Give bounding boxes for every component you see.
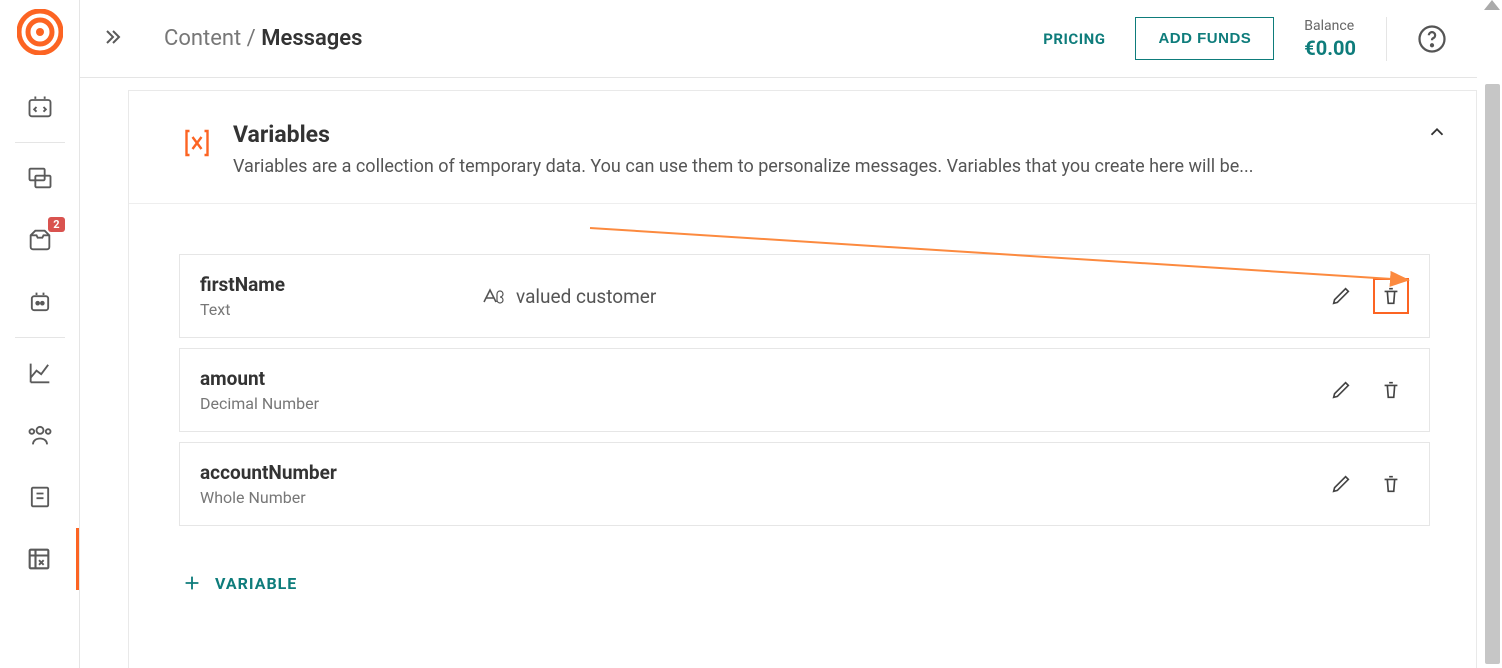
balance-block: Balance €0.00: [1304, 18, 1356, 60]
variable-row: firstName Textvalued customer: [179, 254, 1430, 338]
pencil-icon: [1330, 379, 1352, 401]
sidebar: 2: [0, 0, 80, 668]
collapse-section-button[interactable]: [1426, 121, 1448, 147]
sidebar-item-content[interactable]: [1, 528, 79, 590]
variable-type: Whole Number: [200, 488, 480, 507]
variable-value: valued customer: [480, 284, 656, 308]
edit-variable-button[interactable]: [1323, 278, 1359, 314]
app-logo[interactable]: [16, 8, 64, 56]
inbox-badge: 2: [48, 217, 64, 232]
pencil-icon: [1330, 473, 1352, 495]
trash-icon: [1380, 379, 1402, 401]
variable-type: Decimal Number: [200, 394, 480, 413]
main-panel: Variables Variables are a collection of …: [128, 90, 1477, 668]
breadcrumb: Content / Messages: [164, 26, 362, 51]
pencil-icon: [1330, 285, 1352, 307]
breadcrumb-parent: Content /: [164, 26, 256, 51]
scroll-up-arrow[interactable]: [1484, 0, 1500, 10]
variable-name: firstName: [200, 273, 480, 296]
delete-variable-button[interactable]: [1373, 466, 1409, 502]
variable-row: accountNumber Whole Number: [179, 442, 1430, 526]
expand-sidebar-icon[interactable]: [100, 25, 124, 53]
trash-icon: [1380, 285, 1402, 307]
help-icon[interactable]: [1417, 24, 1447, 54]
sidebar-item-inbox[interactable]: 2: [1, 209, 79, 271]
balance-value: €0.00: [1304, 36, 1356, 60]
edit-variable-button[interactable]: [1323, 372, 1359, 408]
add-variable-button[interactable]: VARIABLE: [181, 572, 297, 594]
sidebar-item-code[interactable]: [1, 76, 79, 138]
sidebar-item-conversations[interactable]: [1, 147, 79, 209]
section-header: Variables Variables are a collection of …: [129, 91, 1476, 204]
variable-row: amount Decimal Number: [179, 348, 1430, 432]
variable-name: accountNumber: [200, 461, 480, 484]
variables-icon: [179, 125, 215, 165]
section-description: Variables are a collection of temporary …: [233, 154, 1254, 179]
topbar: Content / Messages PRICING ADD FUNDS Bal…: [80, 0, 1477, 78]
trash-icon: [1380, 473, 1402, 495]
pricing-link[interactable]: PRICING: [1043, 30, 1105, 48]
edit-variable-button[interactable]: [1323, 466, 1359, 502]
plus-icon: [181, 572, 203, 594]
add-variable-label: VARIABLE: [215, 574, 297, 593]
sidebar-item-docs[interactable]: [1, 466, 79, 528]
breadcrumb-current: Messages: [261, 26, 362, 51]
scroll-thumb[interactable]: [1485, 84, 1500, 664]
section-title: Variables: [233, 121, 1254, 148]
text-type-icon: [480, 284, 504, 308]
delete-variable-button[interactable]: [1373, 278, 1409, 314]
variable-name: amount: [200, 367, 480, 390]
balance-label: Balance: [1304, 18, 1356, 34]
variable-type: Text: [200, 300, 480, 319]
add-funds-button[interactable]: ADD FUNDS: [1135, 17, 1274, 60]
delete-variable-button[interactable]: [1373, 372, 1409, 408]
sidebar-item-people[interactable]: [1, 404, 79, 466]
variables-list: firstName Textvalued customer amount Decima…: [129, 204, 1476, 598]
sidebar-item-bot[interactable]: [1, 271, 79, 333]
sidebar-item-analytics[interactable]: [1, 342, 79, 404]
